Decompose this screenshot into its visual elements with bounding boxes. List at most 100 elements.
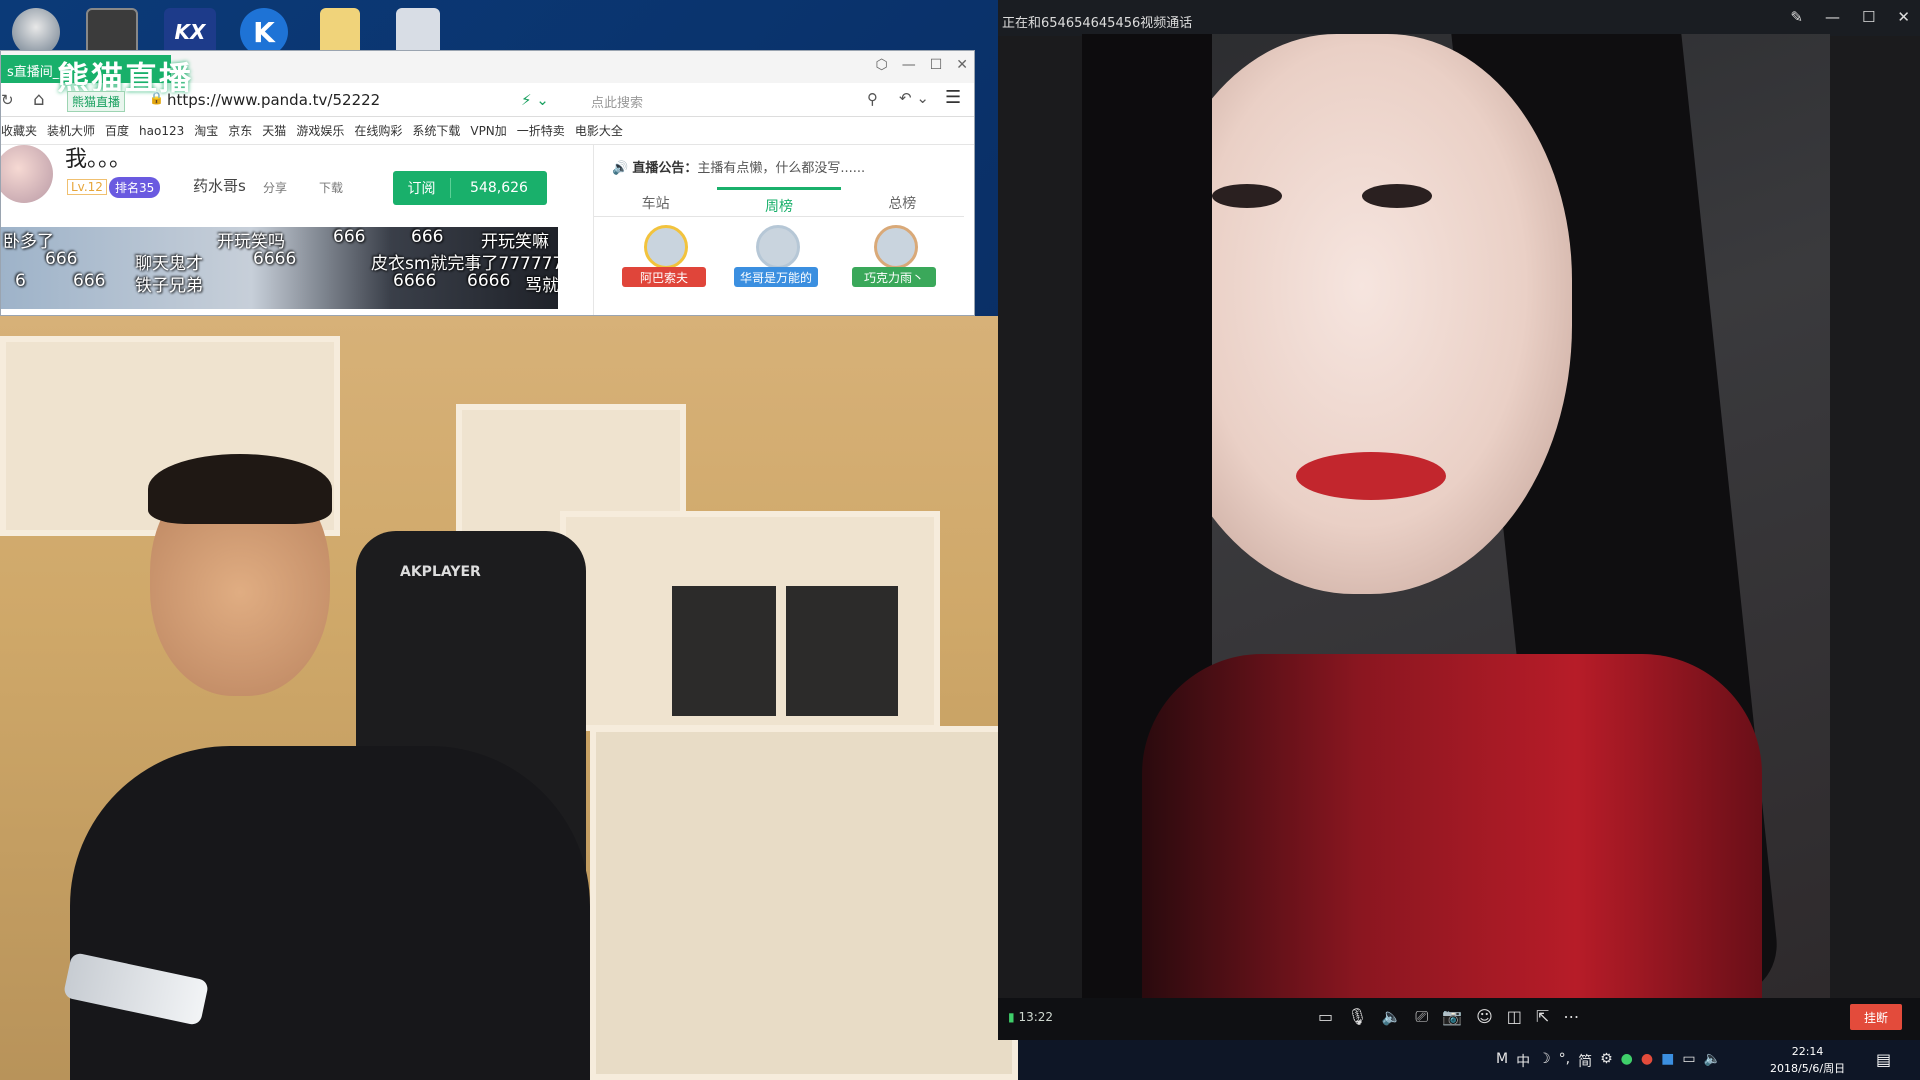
app-icon-2[interactable] [86,8,138,56]
danmu-text: 铁子兄弟 [135,276,203,296]
share-screen-icon[interactable]: ⇱ [1536,1007,1549,1027]
kx-icon[interactable]: KX [164,8,216,56]
avatar [644,225,688,269]
bookmark-item[interactable]: 游戏娱乐 [296,122,344,139]
bookmark-item[interactable]: 装机大师 [47,122,95,139]
app-icon-1[interactable] [12,8,60,56]
maximize-icon[interactable]: ☐ [1862,8,1875,26]
tray-item[interactable]: °, [1559,1051,1570,1071]
bookmark-item[interactable]: 淘宝 [194,122,218,139]
layout-icon[interactable]: ◫ [1507,1007,1522,1027]
taskbar: M 中 ☽ °, 简 ⚙ ● ● ■ ▭ 🔈 22:14 2018/5/6/周日… [1018,1040,1920,1080]
network-icon[interactable]: ▭ [1682,1051,1695,1071]
bookmark-item[interactable]: 京东 [228,122,252,139]
rank-name: 巧克力雨丶 [852,267,936,287]
lock-icon: 🔒 [149,91,164,105]
stream-page: 我。。。 Lv.12 排名35 药水哥s 分享 下载 订阅 548,626 卧多… [1,145,974,315]
close-icon[interactable]: ✕ [956,57,968,73]
eye [1362,184,1432,208]
avatar [756,225,800,269]
avatar[interactable] [1,145,53,203]
clock-time: 22:14 [1791,1045,1824,1058]
reload-icon[interactable]: ↻ [1,91,14,109]
dress [1142,654,1762,998]
tray-item[interactable]: ⚙ [1600,1051,1613,1071]
call-title: 正在和654654645456视频通话 ✎ — ☐ ✕ [998,0,1920,36]
bookmark-item[interactable]: 一折特卖 [517,122,565,139]
rank-name: 阿巴索夫 [622,267,706,287]
screenshot-icon[interactable]: 📷 [1442,1007,1462,1027]
url-input[interactable]: https://www.panda.tv/52222 [167,91,380,109]
app-tray-icon[interactable]: ■ [1661,1051,1674,1071]
effects-icon[interactable]: ☺ [1476,1007,1493,1027]
danmu-video[interactable]: 卧多了 666 开玩笑吗 666 666 开玩笑嘛 聊天鬼才 6666 皮衣sm… [1,227,558,309]
webcam-feed: AKPLAYER [0,316,1018,1080]
k-icon[interactable]: K [240,8,288,56]
pin-icon[interactable]: ⬡ [875,57,887,73]
subscribe-count: 548,626 [470,180,528,196]
system-tray: M 中 ☽ °, 简 ⚙ ● ● ■ ▭ 🔈 [1496,1051,1721,1071]
tab-total[interactable]: 总榜 [841,187,964,216]
camera-off-icon[interactable]: ⎚ [1415,1007,1428,1027]
danmu-text: 6666 [393,271,437,291]
bookmark-item[interactable]: VPN加 [470,122,506,139]
folder-icon[interactable] [320,8,360,56]
window-controls: ⬡ — ☐ ✕ [875,57,968,73]
rank-item-2[interactable]: 华哥是万能的 [734,225,818,297]
more-icon[interactable]: ⋯ [1563,1007,1579,1027]
host-name[interactable]: 药水哥s [193,175,246,196]
share-button[interactable]: 分享 [263,179,287,196]
speaker [672,586,776,716]
volume-icon[interactable]: 🔈 [1704,1051,1721,1071]
bookmark-item[interactable]: 天猫 [262,122,286,139]
minimize-icon[interactable]: — [1825,8,1840,26]
rank-item-1[interactable]: 阿巴索夫 [622,225,706,297]
bookmark-item[interactable]: 在线购彩 [354,122,402,139]
search-icon[interactable]: ⚲ [867,90,878,108]
address-bar: ↻ ⌂ 熊猫直播 🔒 https://www.panda.tv/52222 ⚡ … [1,83,974,117]
bookmark-item[interactable]: 电影大全 [575,122,623,139]
minimize-icon[interactable]: — [902,57,916,73]
tab-weekly[interactable]: 周榜 [717,187,841,216]
microphone-icon[interactable]: 🎙 [1347,1007,1367,1027]
tray-item[interactable]: M [1496,1051,1508,1071]
avatar [874,225,918,269]
clock[interactable]: 22:14 2018/5/6/周日 [1770,1043,1845,1077]
browser-titlebar: s直播间_熊 熊猫直播 ⬡ — ☐ ✕ [1,51,974,97]
maximize-icon[interactable]: ☐ [930,57,943,73]
notice-text: 主播有点懒，什么都没写...... [697,161,866,176]
close-icon[interactable]: ✕ [1897,8,1910,26]
notification-icon[interactable]: ▤ [1876,1050,1891,1069]
person-hair [148,454,332,524]
bookmark-item[interactable]: 系统下载 [412,122,460,139]
home-icon[interactable]: ⌂ [33,89,44,110]
speaker-icon[interactable]: 🔈 [1381,1007,1401,1027]
tray-item[interactable]: ☽ [1538,1051,1551,1071]
browser-window: s直播间_熊 熊猫直播 ⬡ — ☐ ✕ ↻ ⌂ 熊猫直播 🔒 https://w… [0,50,975,316]
video-call-window: 正在和654654645456视频通话 ✎ — ☐ ✕ ▮ 13:22 ▭ 🎙 … [998,0,1920,1040]
tab-station[interactable]: 车站 [594,187,717,216]
bookmark-item[interactable]: 百度 [105,122,129,139]
undo-icon[interactable]: ↶ ⌄ [899,89,929,107]
search-input[interactable]: 点此搜索 [591,92,643,111]
lightning-icon[interactable]: ⚡ ⌄ [521,91,549,109]
app-tray-icon[interactable]: ● [1641,1051,1653,1071]
tray-item[interactable]: 简 [1578,1051,1592,1071]
person-body [70,746,590,1080]
chat-icon[interactable]: ▭ [1318,1007,1333,1027]
tray-item[interactable]: 中 [1516,1051,1530,1071]
pin-icon[interactable]: ✎ [1790,8,1803,26]
signal-icon: ▮ [1008,1010,1015,1024]
bookmark-item[interactable]: hao123 [139,124,184,138]
menu-icon[interactable]: ☰ [945,87,961,108]
app-tray-icon[interactable]: ● [1621,1051,1633,1071]
rank-badge[interactable]: 排名35 [109,177,161,198]
recycle-bin-icon[interactable] [396,8,440,56]
call-tools: ▭ 🎙 🔈 ⎚ 📷 ☺ ◫ ⇱ ⋯ [1318,1007,1579,1027]
rank-item-3[interactable]: 巧克力雨丶 [852,225,936,297]
bookmark-item[interactable]: 收藏夹 [1,122,37,139]
hangup-button[interactable]: 挂断 [1850,1004,1902,1030]
subscribe-button[interactable]: 订阅 548,626 [393,171,547,205]
download-button[interactable]: 下载 [319,179,343,196]
danmu-text: 666 [73,271,106,291]
